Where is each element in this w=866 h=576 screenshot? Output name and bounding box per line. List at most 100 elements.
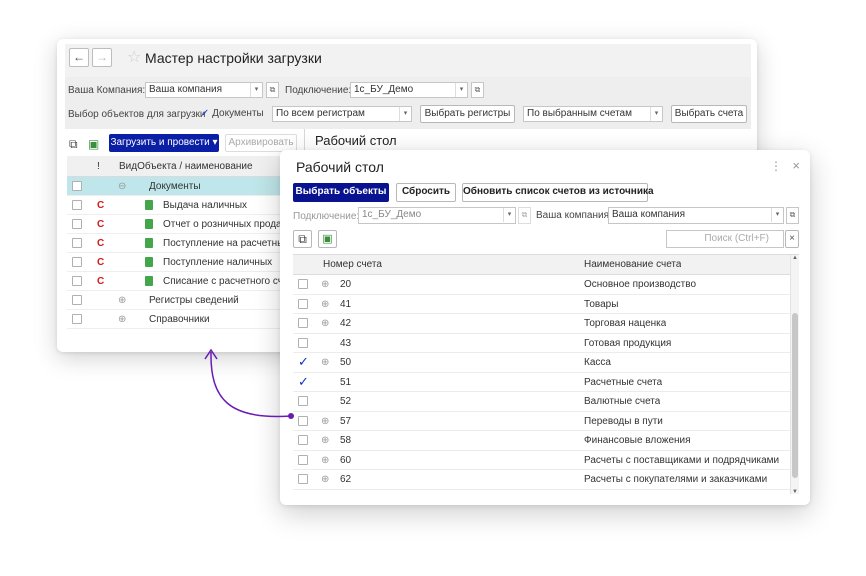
select-objects-button[interactable]: Выбрать объекты [293, 183, 389, 202]
table-row[interactable]: ⊕ 60 Расчеты с поставщиками и подрядчиками [293, 451, 799, 470]
row-checkbox[interactable] [72, 238, 82, 248]
filter-panel: Ваша Компания: Ваша компания ▾ ⧉ Подключ… [65, 77, 751, 129]
table-row[interactable]: ⊕ Справочники [67, 310, 299, 329]
row-checkbox[interactable] [298, 474, 308, 484]
close-icon[interactable]: × [792, 158, 800, 173]
chevron-down-icon[interactable]: ▾ [455, 83, 467, 97]
table-row[interactable]: ⊕ 42 Торговая наценка [293, 314, 799, 334]
refresh-accounts-button[interactable]: Обновить список счетов из источника [462, 183, 654, 202]
table-row[interactable]: ⊕ 57 Переводы в пути [293, 412, 799, 431]
table-row[interactable]: С Поступление на расчетный счет [67, 234, 299, 253]
table-row[interactable]: ⊕ 20 Основное производство [293, 275, 799, 295]
doc-status-mark: С [97, 276, 105, 287]
table-row[interactable]: С Отчет о розничных продажах [67, 215, 299, 234]
scrollbar-thumb[interactable] [792, 313, 798, 478]
account-name: Товары [584, 298, 619, 310]
expand-icon[interactable]: ⊕ [321, 470, 329, 489]
row-checkbox[interactable] [72, 314, 82, 324]
table-row[interactable]: 43 Готовая продукция [293, 334, 799, 353]
table-row[interactable]: ⊕ 62 Расчеты с покупателями и заказчиками [293, 470, 799, 490]
company-select[interactable]: Ваша компания ▾ [145, 82, 263, 98]
docs-checkbox-label: Документы [212, 108, 264, 119]
expand-icon[interactable]: ⊕ [118, 310, 126, 329]
choose-accounts-button[interactable]: Выбрать счета [671, 105, 747, 123]
table-row[interactable]: С Поступление наличных [67, 253, 299, 272]
company-label: Ваша Компания: [68, 85, 146, 96]
table-row[interactable]: С Списание с расчетного счета [67, 272, 299, 291]
chevron-down-icon[interactable]: ▾ [503, 208, 515, 222]
post-document-icon[interactable]: ▣ [88, 137, 99, 151]
copy-icon[interactable]: ⧉ [293, 230, 312, 248]
more-menu-icon[interactable]: ⋮ [770, 159, 782, 173]
load-and-post-button[interactable]: Загрузить и провести ▾ [109, 134, 219, 152]
table-row[interactable]: ⊖ Документы [67, 177, 299, 196]
scroll-down-icon[interactable]: ▼ [791, 489, 799, 494]
row-checkbox[interactable] [72, 219, 82, 229]
table-row[interactable]: ⊕ Регистры сведений [67, 291, 299, 310]
table-row[interactable]: ✓ 51 Расчетные счета [293, 373, 799, 392]
table-row[interactable]: ⊕ 58 Финансовые вложения [293, 431, 799, 451]
forward-button[interactable]: → [92, 48, 112, 67]
open-link-icon[interactable]: ⧉ [266, 82, 279, 98]
column-header-account[interactable]: Номер счета [323, 255, 382, 275]
chevron-down-icon[interactable]: ▾ [650, 107, 662, 121]
company-field[interactable]: Ваша компания ▾ [608, 207, 784, 224]
row-checkbox[interactable] [298, 435, 308, 445]
row-checkbox[interactable] [72, 295, 82, 305]
row-checkbox[interactable] [298, 298, 308, 309]
expand-icon[interactable]: ⊕ [321, 295, 329, 314]
open-link-icon[interactable]: ⧉ [518, 207, 531, 224]
row-checkbox[interactable] [298, 454, 308, 465]
row-checkbox[interactable] [72, 257, 82, 267]
chevron-down-icon[interactable]: ▾ [771, 208, 783, 222]
account-number: 60 [340, 454, 352, 466]
docs-checkbox[interactable]: ✓ Документы [201, 108, 264, 119]
reset-button[interactable]: Сбросить [396, 183, 456, 202]
open-link-icon[interactable]: ⧉ [471, 82, 484, 98]
company-select-value: Ваша компания [149, 84, 223, 95]
open-link-icon[interactable]: ⧉ [786, 207, 799, 224]
chevron-down-icon[interactable]: ▾ [399, 107, 411, 121]
collapse-icon[interactable]: ⊖ [118, 177, 126, 196]
row-checkbox[interactable] [298, 396, 308, 406]
column-header-account-name[interactable]: Наименование счета [584, 255, 681, 275]
expand-icon[interactable]: ⊕ [321, 275, 329, 294]
expand-icon[interactable]: ⊕ [321, 412, 329, 431]
chevron-down-icon[interactable]: ▾ [250, 83, 262, 97]
column-header-exclamation: ! [97, 161, 100, 172]
scroll-up-icon[interactable]: ▲ [791, 255, 799, 261]
row-checkbox[interactable] [298, 415, 308, 426]
connection-select[interactable]: 1с_БУ_Демо ▾ [350, 82, 468, 98]
table-row[interactable]: 52 Валютные счета [293, 392, 799, 412]
expand-icon[interactable]: ⊕ [321, 431, 329, 450]
choose-registers-button[interactable]: Выбрать регистры [420, 105, 515, 123]
row-checkbox-checked[interactable]: ✓ [298, 374, 309, 389]
table-row[interactable]: ✓ ⊕ 50 Касса [293, 353, 799, 373]
clear-search-icon[interactable]: × [785, 230, 799, 248]
row-checkbox[interactable] [72, 200, 82, 210]
back-button[interactable]: ← [69, 48, 89, 67]
row-checkbox[interactable] [72, 181, 82, 191]
row-checkbox-checked[interactable]: ✓ [298, 355, 309, 369]
table-header: ! ВидОбъекта / наименование [67, 156, 299, 177]
table-row[interactable]: С Выдача наличных [67, 196, 299, 215]
row-checkbox[interactable] [298, 337, 308, 348]
expand-icon[interactable]: ⊕ [118, 291, 126, 310]
row-checkbox[interactable] [298, 318, 308, 328]
column-header-name[interactable]: ВидОбъекта / наименование [119, 156, 253, 177]
row-checkbox[interactable] [72, 276, 82, 286]
expand-icon[interactable]: ⊕ [321, 314, 329, 333]
row-name: Поступление на расчетный счет [163, 238, 299, 249]
favorite-star-icon[interactable]: ☆ [127, 47, 141, 67]
vertical-scrollbar[interactable]: ▲ ▼ [790, 255, 799, 494]
copy-icon[interactable]: ⧉ [69, 137, 78, 152]
table-row[interactable]: ⊕ 41 Товары [293, 295, 799, 314]
accounts-select[interactable]: По выбранным счетам ▾ [523, 106, 663, 122]
registers-select[interactable]: По всем регистрам ▾ [272, 106, 412, 122]
expand-icon[interactable]: ⊕ [321, 353, 329, 372]
row-checkbox[interactable] [298, 279, 308, 289]
post-document-icon[interactable]: ▣ [318, 230, 337, 248]
connection-field[interactable]: 1с_БУ_Демо ▾ [358, 207, 516, 224]
search-input[interactable]: Поиск (Ctrl+F) [666, 230, 784, 248]
expand-icon[interactable]: ⊕ [321, 451, 329, 470]
